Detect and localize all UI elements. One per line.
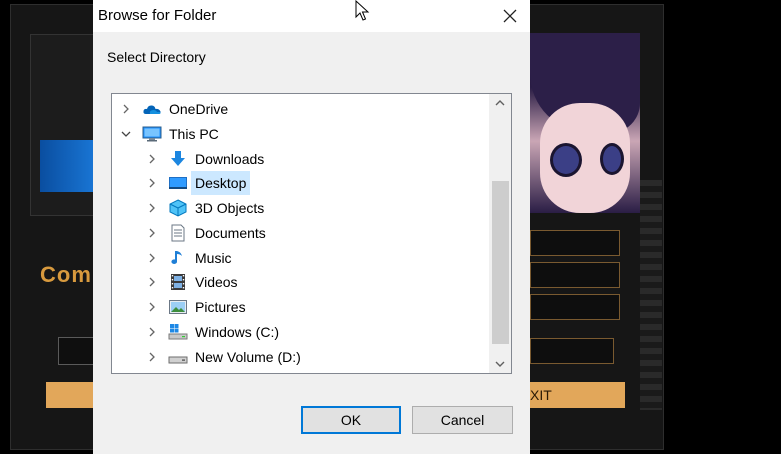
background-field-1 — [530, 230, 620, 256]
tree-item-new-volume-d[interactable]: New Volume (D:) — [112, 345, 488, 369]
dialog-title-bar[interactable]: Browse for Folder — [93, 0, 530, 32]
scroll-down-button[interactable] — [489, 355, 511, 373]
tree-item-windows-c[interactable]: Windows (C:) — [112, 320, 488, 344]
chevron-right-icon[interactable] — [146, 301, 158, 313]
background-decoration — [640, 180, 662, 410]
tree-item-label: Desktop — [191, 171, 251, 196]
videos-film-icon — [168, 273, 188, 291]
scrollbar-thumb[interactable] — [492, 181, 509, 344]
vertical-scrollbar[interactable] — [489, 94, 511, 373]
background-button — [46, 382, 98, 408]
chevron-right-icon[interactable] — [146, 326, 158, 338]
background-title-text: Com — [40, 262, 92, 287]
chevron-right-icon[interactable] — [120, 103, 132, 115]
pictures-icon — [168, 298, 188, 316]
chevron-right-icon[interactable] — [146, 153, 158, 165]
downloads-arrow-icon — [168, 150, 188, 168]
tree-item-videos[interactable]: Videos — [112, 270, 488, 294]
tree-item-label: New Volume (D:) — [195, 348, 301, 365]
tree-item-desktop[interactable]: Desktop — [112, 171, 488, 196]
close-icon — [503, 9, 517, 23]
background-exit-label: XIT — [530, 387, 552, 403]
browse-for-folder-dialog: Browse for Folder Select Directory OneDr… — [93, 0, 530, 454]
chevron-right-icon[interactable] — [146, 252, 158, 264]
background-field-2 — [530, 262, 620, 288]
chevron-right-icon[interactable] — [146, 202, 158, 214]
computer-icon — [142, 125, 162, 143]
folder-tree[interactable]: OneDrive This PC Downloads Desktop 3D Object… — [111, 93, 512, 374]
tree-item-documents[interactable]: Documents — [112, 221, 488, 245]
windows-drive-icon — [168, 323, 188, 341]
background-exit-button: XIT — [530, 382, 625, 408]
mouse-cursor-icon — [355, 0, 370, 21]
tree-item-this-pc[interactable]: This PC — [112, 122, 488, 146]
background-anime-artwork — [530, 33, 640, 213]
background-field-4 — [530, 338, 614, 364]
chevron-down-icon — [495, 361, 505, 367]
music-note-icon — [168, 249, 188, 267]
tree-item-onedrive[interactable]: OneDrive — [112, 97, 488, 121]
documents-icon — [168, 224, 188, 242]
tree-item-3d-objects[interactable]: 3D Objects — [112, 196, 488, 220]
tree-item-label: 3D Objects — [195, 200, 265, 216]
chevron-down-icon[interactable] — [120, 128, 132, 140]
3d-objects-icon — [168, 199, 188, 217]
chevron-up-icon — [495, 100, 505, 106]
scroll-up-button[interactable] — [489, 94, 511, 112]
background-blue-graphic — [40, 140, 98, 192]
tree-item-label: Music — [195, 249, 232, 266]
tree-item-label: Videos — [195, 274, 238, 291]
ok-button[interactable]: OK — [301, 406, 401, 434]
tree-item-pictures[interactable]: Pictures — [112, 295, 488, 319]
tree-item-label: This PC — [169, 125, 219, 142]
chevron-right-icon[interactable] — [146, 177, 158, 189]
tree-item-label: Pictures — [195, 299, 246, 315]
tree-item-music[interactable]: Music — [112, 246, 488, 270]
tree-item-label: Documents — [195, 224, 266, 241]
tree-item-label: Downloads — [195, 150, 265, 167]
chevron-right-icon[interactable] — [146, 227, 158, 239]
chevron-right-icon[interactable] — [146, 351, 158, 363]
tree-item-downloads[interactable]: Downloads — [112, 147, 488, 171]
dialog-prompt: Select Directory — [107, 49, 206, 65]
desktop-icon — [168, 174, 188, 192]
onedrive-cloud-icon — [142, 100, 162, 118]
dialog-title: Browse for Folder — [98, 7, 217, 24]
tree-item-label: Windows (C:) — [195, 323, 280, 340]
drive-icon — [168, 348, 188, 366]
tree-item-label: OneDrive — [169, 101, 229, 117]
close-button[interactable] — [490, 0, 530, 32]
cancel-button[interactable]: Cancel — [412, 406, 513, 434]
chevron-right-icon[interactable] — [146, 276, 158, 288]
background-field-3 — [530, 294, 620, 320]
